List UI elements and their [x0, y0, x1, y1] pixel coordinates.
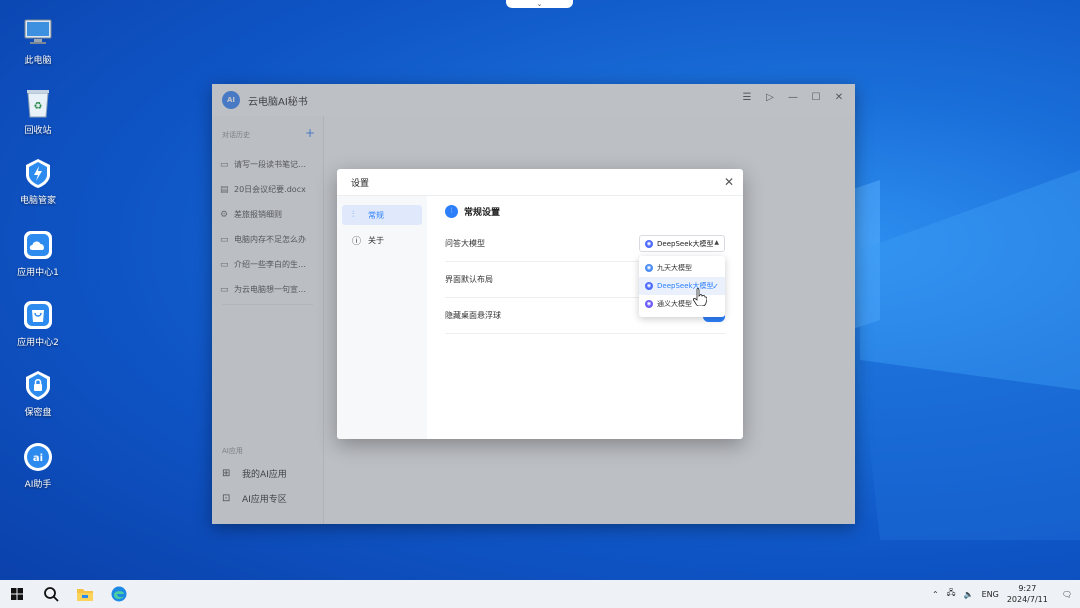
folder-icon: [77, 589, 93, 601]
settings-header: 设置 ✕: [337, 169, 743, 196]
taskbar: ⌃ 🖧 🔈 ENG 9:27 2024/7/11 🗨: [0, 580, 1080, 608]
file-explorer-button[interactable]: [68, 580, 102, 608]
start-button[interactable]: [0, 580, 34, 608]
clock-time: 9:27: [1018, 584, 1037, 593]
lock-disk-icon: [21, 368, 55, 402]
desktop-icon-label: 此电脑: [24, 56, 52, 66]
desktop-icon-app-center-2[interactable]: 应用中心2: [6, 298, 70, 348]
setting-label: 隐藏桌面悬浮球: [445, 311, 501, 320]
desktop-icon-label: 回收站: [24, 126, 52, 136]
desktop-icon-this-pc[interactable]: 此电脑: [6, 16, 70, 66]
deepseek-icon: ◉: [645, 282, 653, 290]
cloud-app-icon: [21, 228, 55, 262]
edge-icon: [111, 586, 127, 602]
option-label: 九天大模型: [657, 264, 692, 272]
section-title-label: 常规设置: [464, 208, 501, 218]
notification-icon[interactable]: 🗨: [1062, 590, 1072, 599]
model-option-tongyi[interactable]: ◉ 通义大模型: [639, 295, 725, 313]
setting-label: 问答大模型: [445, 239, 485, 248]
desktop-icon-label: AI助手: [24, 480, 52, 490]
shopping-bag-icon: [21, 298, 55, 332]
svg-text:ai: ai: [33, 453, 43, 464]
clock[interactable]: 9:27 2024/7/11: [1007, 583, 1048, 605]
info-icon: ⓘ: [352, 236, 362, 247]
desktop-icon-label: 电脑管家: [19, 196, 56, 206]
desktop-icon-app-center-1[interactable]: 应用中心1: [6, 228, 70, 278]
option-label: 通义大模型: [657, 300, 692, 308]
search-button[interactable]: [34, 580, 68, 608]
model-option-jiutian[interactable]: ◉ 九天大模型: [639, 259, 725, 277]
desktop-icon-recycle-bin[interactable]: ♻ 回收站: [6, 86, 70, 136]
settings-title: 设置: [351, 178, 370, 189]
section-title: ⫶ 常规设置: [445, 205, 500, 218]
settings-nav-about[interactable]: ⓘ 关于: [342, 230, 422, 250]
search-icon: [44, 587, 59, 602]
language-indicator[interactable]: ENG: [982, 590, 999, 599]
ai-assistant-icon: ai: [21, 440, 55, 474]
recycle-bin-icon: ♻: [21, 86, 55, 120]
svg-text:♻: ♻: [34, 101, 43, 112]
volume-icon[interactable]: 🔈: [964, 590, 974, 599]
sliders-icon: ⫶: [445, 205, 458, 218]
model-dropdown: ◉ 九天大模型 ◉ DeepSeek大模型 ✓ ◉ 通义大模型: [639, 256, 725, 317]
caret-up-icon: ▲: [714, 239, 719, 246]
edge-browser-button[interactable]: [102, 580, 136, 608]
clock-date: 2024/7/11: [1006, 595, 1048, 604]
check-icon: ✓: [712, 281, 719, 291]
windows-icon: [11, 588, 23, 600]
desktop-icon-secure-disk[interactable]: 保密盘: [6, 368, 70, 418]
jiutian-icon: ◉: [645, 264, 653, 272]
network-icon[interactable]: 🖧: [947, 587, 956, 601]
close-icon[interactable]: ✕: [724, 175, 734, 189]
desktop-icon-label: 保密盘: [24, 408, 52, 418]
deepseek-icon: ◉: [645, 239, 653, 248]
nav-label: 常规: [368, 210, 384, 220]
sliders-icon: ⫶: [352, 210, 355, 220]
desktop-icon-label: 应用中心2: [17, 338, 59, 348]
hand-cursor-icon: [693, 288, 707, 306]
model-select[interactable]: ◉ DeepSeek大模型 ▲: [639, 235, 725, 252]
nav-label: 关于: [368, 235, 384, 245]
pc-manager-icon: [21, 156, 55, 190]
top-handle-button[interactable]: ⌄: [506, 0, 573, 8]
desktop-icon-ai-assistant[interactable]: ai AI助手: [6, 440, 70, 490]
settings-nav: ⫶ 常规 ⓘ 关于: [337, 196, 427, 439]
model-select-value: DeepSeek大模型: [657, 239, 714, 248]
tongyi-icon: ◉: [645, 300, 653, 308]
chevron-up-icon[interactable]: ⌃: [932, 590, 939, 599]
setting-label: 界面默认布局: [445, 275, 493, 284]
desktop-icon-pc-manager[interactable]: 电脑管家: [6, 156, 70, 206]
system-tray: ⌃ 🖧 🔈 ENG 9:27 2024/7/11 🗨: [932, 580, 1080, 608]
settings-nav-general[interactable]: ⫶ 常规: [342, 205, 422, 225]
model-option-deepseek[interactable]: ◉ DeepSeek大模型 ✓: [639, 277, 725, 295]
desktop-icon-label: 应用中心1: [17, 268, 59, 278]
computer-icon: [21, 16, 55, 50]
